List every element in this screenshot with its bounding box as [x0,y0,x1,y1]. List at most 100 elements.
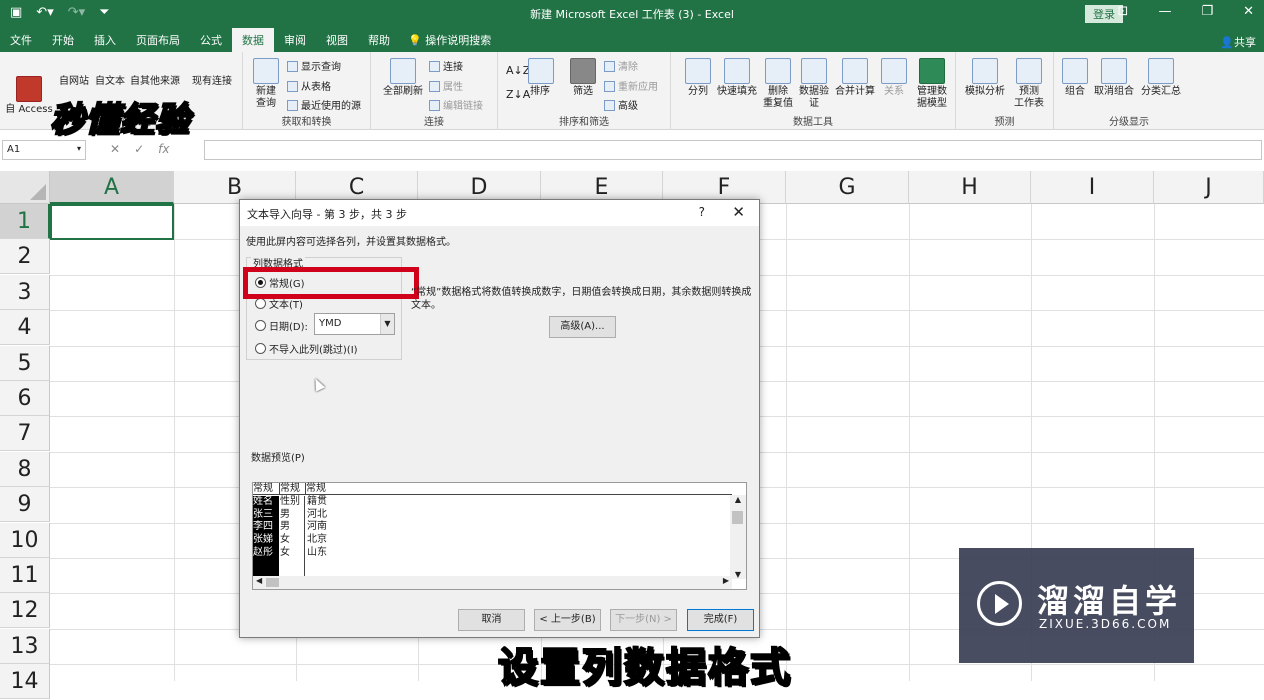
cancel-button[interactable]: 取消 [458,609,525,631]
tab-review[interactable]: 审阅 [274,28,316,52]
share-button[interactable]: 👤共享 [1220,34,1256,50]
preview-horizontal-scrollbar[interactable]: ◀ ▶ [253,576,732,589]
minimize-icon[interactable]: — [1158,4,1171,19]
data-model-button[interactable]: 管理数 据模型 [913,58,951,110]
preview-col-header[interactable]: 常规 [279,483,305,495]
preview-column-2[interactable]: 性别 男 男 女 女 [280,496,305,576]
remove-duplicates-button[interactable]: 删除 重复值 [761,58,795,110]
what-if-button[interactable]: 模拟分析 [962,58,1008,98]
data-model-icon [919,58,945,84]
column-header-j[interactable]: J [1154,171,1264,204]
column-header-i[interactable]: I [1031,171,1154,204]
ungroup-button[interactable]: 取消组合 [1092,58,1136,98]
row-header-5[interactable]: 5 [0,346,50,381]
close-icon[interactable]: ✕ [732,203,745,221]
row-header-4[interactable]: 4 [0,310,50,345]
row-header-2[interactable]: 2 [0,239,50,274]
row-header-7[interactable]: 7 [0,416,50,451]
formula-input[interactable] [204,140,1262,160]
subtotal-button[interactable]: 分类汇总 [1138,58,1184,98]
recent-sources-button[interactable]: 最近使用的源 [287,97,361,112]
selected-cell-a1[interactable] [50,204,174,240]
from-other-sources-button[interactable]: 自其他来源 [128,76,182,88]
scroll-thumb[interactable] [732,511,743,524]
finish-button[interactable]: 完成(F) [687,609,754,631]
scroll-right-icon[interactable]: ▶ [723,576,729,585]
preview-col-header[interactable]: 常规 [253,483,279,495]
scroll-down-icon[interactable]: ▼ [730,570,746,579]
tab-file[interactable]: 文件 [0,28,42,52]
scroll-left-icon[interactable]: ◀ [256,576,262,585]
row-header-10[interactable]: 10 [0,523,50,558]
column-header-h[interactable]: H [909,171,1031,204]
column-header-a[interactable]: A [50,171,174,204]
scroll-up-icon[interactable]: ▲ [730,495,746,504]
properties-button[interactable]: 属性 [429,78,463,93]
play-icon [977,581,1022,626]
tell-me-search[interactable]: 💡 操作说明搜索 [400,28,499,52]
row-header-8[interactable]: 8 [0,452,50,487]
from-text-button[interactable]: 自文本 [92,76,128,88]
from-access-button[interactable]: 自 Access [4,76,54,116]
row-header-13[interactable]: 13 [0,629,50,664]
clear-button[interactable]: 清除 [604,58,638,73]
tab-page-layout[interactable]: 页面布局 [126,28,190,52]
preview-vertical-scrollbar[interactable]: ▲ ▼ [730,495,746,579]
help-icon[interactable]: ? [699,205,705,219]
edit-links-button[interactable]: 编辑链接 [429,97,483,112]
close-icon[interactable]: ✕ [1243,4,1254,19]
row-header-6[interactable]: 6 [0,381,50,416]
from-table-button[interactable]: 从表格 [287,78,331,93]
filter-button[interactable]: 筛选 [568,58,598,98]
data-validation-button[interactable]: 数据验 证 [797,58,831,110]
insert-function-icon[interactable]: fx [158,142,169,156]
row-header-1[interactable]: 1 [0,204,50,239]
sort-button[interactable]: 排序 [528,58,554,98]
consolidate-button[interactable]: 合并计算 [833,58,877,98]
row-header-14[interactable]: 14 [0,664,50,699]
group-button[interactable]: 组合 [1060,58,1090,98]
forecast-sheet-button[interactable]: 预测 工作表 [1010,58,1048,110]
enter-icon[interactable]: ✓ [134,142,158,156]
restore-icon[interactable]: ❐ [1201,4,1213,19]
column-header-g[interactable]: G [786,171,909,204]
tab-view[interactable]: 视图 [316,28,358,52]
advanced-button[interactable]: 高级(A)... [549,316,616,338]
row-header-9[interactable]: 9 [0,487,50,522]
cancel-icon[interactable]: ✕ [110,142,134,156]
preview-col-header[interactable]: 常规 [305,483,732,495]
scroll-thumb[interactable] [266,578,279,587]
show-queries-button[interactable]: 显示查询 [287,58,341,73]
row-header-3[interactable]: 3 [0,275,50,310]
back-button[interactable]: < 上一步(B) [534,609,601,631]
date-format-select[interactable]: YMD ▼ [314,313,395,335]
tab-insert[interactable]: 插入 [84,28,126,52]
refresh-all-button[interactable]: 全部刷新 [379,58,427,98]
reapply-button[interactable]: 重新应用 [604,78,658,93]
relationships-button[interactable]: 关系 [879,58,909,98]
connections-button[interactable]: 连接 [429,58,463,73]
preview-column-1[interactable]: 姓名 张三 李四 张娣 赵彤 [253,496,279,576]
radio-date[interactable]: 日期(D): [255,318,308,333]
flash-fill-button[interactable]: 快速填充 [715,58,759,98]
tab-data[interactable]: 数据 [232,28,274,52]
sort-asc-icon[interactable]: A↓Z [506,64,530,77]
tab-formulas[interactable]: 公式 [190,28,232,52]
from-web-button[interactable]: 自网站 [56,76,92,88]
row-header-11[interactable]: 11 [0,558,50,593]
radio-skip-column[interactable]: 不导入此列(跳过)(I) [255,341,358,356]
new-query-button[interactable]: 新建 查询 [249,58,283,110]
ribbon-display-icon[interactable]: ⊡ [1118,4,1129,19]
data-preview[interactable]: 常规 常规 常规 姓名 张三 李四 张娣 赵彤 性别 男 男 女 女 籍贯 河北… [252,482,747,590]
row-header-12[interactable]: 12 [0,593,50,628]
sort-desc-icon[interactable]: Z↓A [506,88,530,101]
text-to-columns-button[interactable]: 分列 [683,58,713,98]
preview-column-3[interactable]: 籍贯 河北 河南 北京 山东 [307,496,347,560]
advanced-filter-button[interactable]: 高级 [604,97,638,112]
tab-help[interactable]: 帮助 [358,28,400,52]
tab-home[interactable]: 开始 [42,28,84,52]
name-box[interactable]: A1 ▾ [2,140,86,160]
select-all-corner[interactable] [0,171,50,204]
existing-connections-button[interactable]: 现有连接 [188,76,236,88]
next-button[interactable]: 下一步(N) > [610,609,677,631]
